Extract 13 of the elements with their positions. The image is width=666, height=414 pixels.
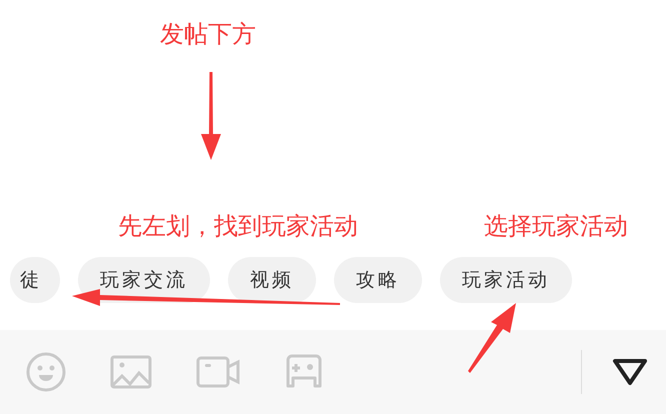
video-camera-icon[interactable]: [196, 355, 240, 389]
annotation-text: 先左划，找到玩家活动: [118, 211, 358, 242]
image-icon[interactable]: [110, 355, 152, 389]
annotation-text: 选择玩家活动: [484, 211, 628, 242]
topic-chip[interactable]: 攻略: [334, 257, 422, 303]
collapse-triangle-icon[interactable]: [612, 358, 648, 386]
gamepad-icon[interactable]: [284, 354, 324, 390]
topic-chip[interactable]: 徒: [10, 257, 60, 303]
topic-chip[interactable]: 视频: [228, 257, 316, 303]
topic-chip[interactable]: 玩家活动: [440, 257, 572, 303]
up-arrow: [468, 303, 518, 373]
emoji-icon[interactable]: [26, 352, 66, 392]
annotation-text: 发帖下方: [160, 19, 256, 50]
